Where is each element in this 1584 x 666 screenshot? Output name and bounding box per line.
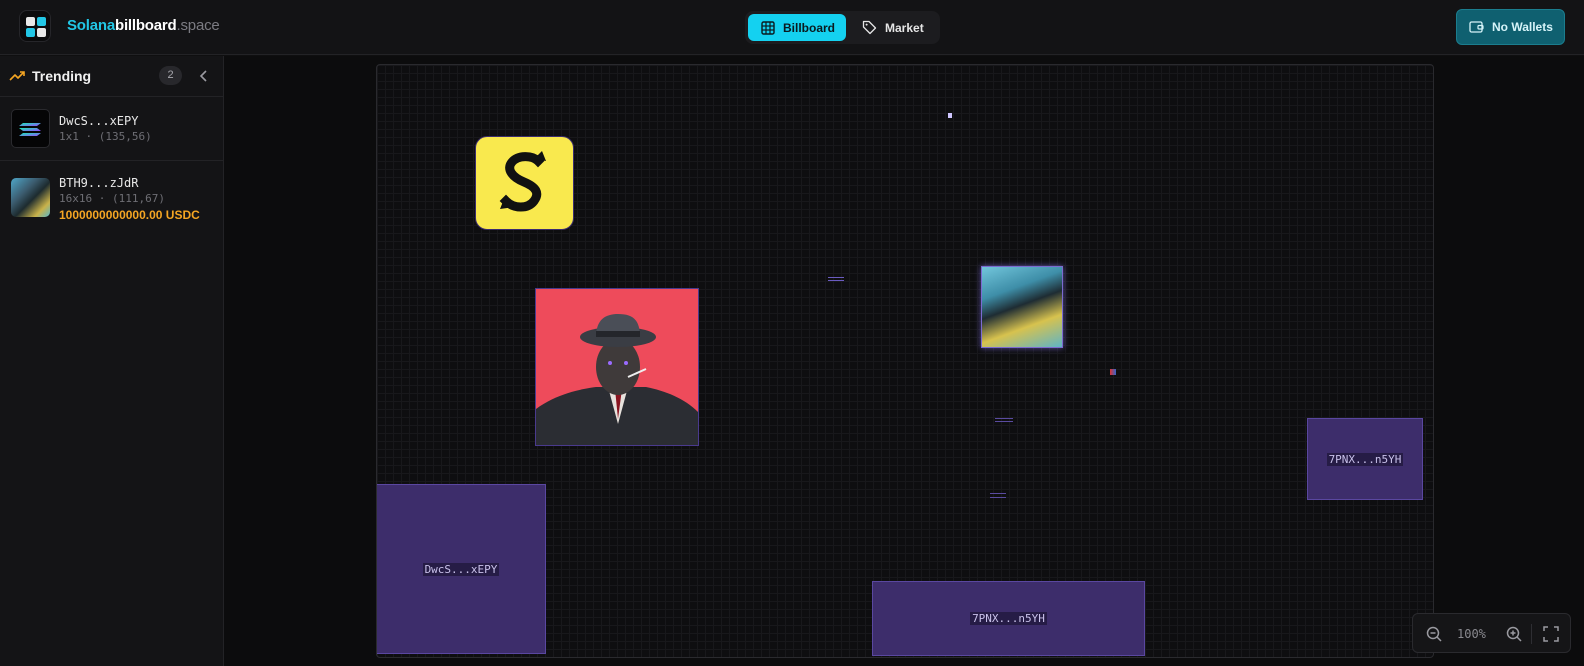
zoom-level: 100% (1457, 627, 1486, 641)
tab-market-label: Market (885, 20, 924, 35)
billboard-tile-reserved[interactable]: 7PNX...n5YH (1307, 418, 1423, 500)
trending-up-icon (9, 71, 25, 81)
zoom-out-icon[interactable] (1425, 625, 1443, 643)
wallet-icon (1469, 21, 1484, 33)
connect-wallet-button[interactable]: No Wallets (1456, 9, 1565, 45)
billboard-tile-reserved[interactable]: 7PNX...n5YH (872, 581, 1145, 656)
fullscreen-icon[interactable] (1542, 625, 1560, 643)
trending-sidebar: Trending 2 DwcS...xEPY 1x1 · (135,56) BT… (0, 56, 224, 666)
connect-wallet-label: No Wallets (1492, 20, 1553, 34)
item-image-thumbnail (11, 178, 50, 217)
zoom-in-icon[interactable] (1505, 625, 1523, 643)
grid-icon (761, 20, 775, 35)
billboard-tile-portrait[interactable] (535, 288, 699, 446)
billboard-tile-s-logo[interactable] (475, 136, 574, 230)
item-price: 1000000000000.00 USDC (59, 208, 200, 222)
zoom-controls: 100% (1412, 613, 1571, 653)
app-logo[interactable] (19, 10, 51, 42)
tab-billboard-label: Billboard (783, 20, 836, 35)
billboard-tile-photo[interactable] (981, 266, 1063, 348)
tab-market[interactable]: Market (849, 14, 937, 41)
billboard-canvas[interactable]: DwcS...xEPY 7PNX...n5YH 7PNX...n5YH (376, 64, 1434, 658)
item-meta: 16x16 · (111,67) (59, 192, 165, 205)
brand-part-billboard: billboard (114, 17, 177, 34)
chevron-left-icon[interactable] (196, 68, 212, 84)
sidebar-header: Trending 2 (0, 56, 223, 97)
item-name: BTH9...zJdR (59, 176, 139, 190)
tag-icon (862, 20, 877, 35)
trending-count-badge: 2 (159, 66, 182, 85)
man-portrait-icon (536, 314, 698, 445)
brand-part-domain: .space (176, 17, 220, 34)
tile-owner-label: DwcS...xEPY (422, 562, 500, 576)
trending-item[interactable]: DwcS...xEPY 1x1 · (135,56) (0, 97, 223, 161)
trending-item[interactable]: BTH9...zJdR 16x16 · (111,67) 10000000000… (0, 161, 223, 231)
billboard-pixel[interactable] (828, 277, 844, 281)
tile-owner-label: 7PNX...n5YH (1326, 452, 1404, 466)
item-name: DwcS...xEPY (59, 114, 139, 128)
billboard-pixel[interactable] (995, 418, 1013, 422)
billboard-pixel[interactable] (990, 493, 1006, 498)
zoom-divider (1531, 624, 1532, 644)
view-tabs: Billboard Market (745, 11, 940, 44)
item-meta: 1x1 · (135,56) (59, 130, 152, 143)
sidebar-title: Trending (32, 68, 92, 84)
s-logo-icon (499, 151, 546, 212)
tab-billboard[interactable]: Billboard (748, 14, 846, 41)
brand-name[interactable]: Solanabillboard.space (67, 17, 220, 34)
billboard-pixel[interactable] (948, 113, 952, 118)
tile-owner-label: 7PNX...n5YH (970, 612, 1047, 625)
solana-logo-thumbnail (11, 109, 50, 148)
brand-part-solana: Solana (67, 17, 115, 34)
billboard-tile-reserved[interactable]: DwcS...xEPY (377, 484, 546, 654)
top-header: Solanabillboard.space Billboard Market N… (0, 0, 1584, 55)
billboard-pixel[interactable] (1110, 369, 1116, 375)
